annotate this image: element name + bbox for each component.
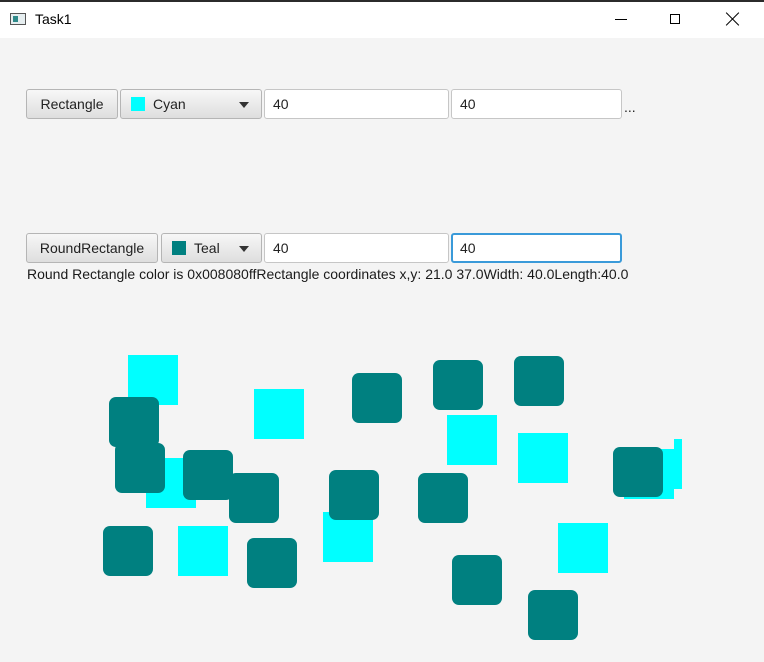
- cyan-rectangle: [178, 526, 228, 576]
- teal-round-rectangle: [528, 590, 578, 640]
- teal-round-rectangle: [418, 473, 468, 523]
- teal-round-rectangle: [613, 447, 663, 497]
- cyan-rectangle: [674, 439, 682, 489]
- teal-round-rectangle: [433, 360, 483, 410]
- teal-round-rectangle: [514, 356, 564, 406]
- teal-round-rectangle: [229, 473, 279, 523]
- cyan-rectangle: [254, 389, 304, 439]
- teal-round-rectangle: [452, 555, 502, 605]
- teal-round-rectangle: [247, 538, 297, 588]
- teal-round-rectangle: [329, 470, 379, 520]
- teal-round-rectangle: [352, 373, 402, 423]
- drawing-canvas: [103, 355, 682, 640]
- teal-round-rectangle: [109, 397, 159, 447]
- cyan-rectangle: [518, 433, 568, 483]
- teal-round-rectangle: [183, 450, 233, 500]
- cyan-rectangle: [558, 523, 608, 573]
- teal-round-rectangle: [103, 526, 153, 576]
- teal-round-rectangle: [115, 443, 165, 493]
- cyan-rectangle: [447, 415, 497, 465]
